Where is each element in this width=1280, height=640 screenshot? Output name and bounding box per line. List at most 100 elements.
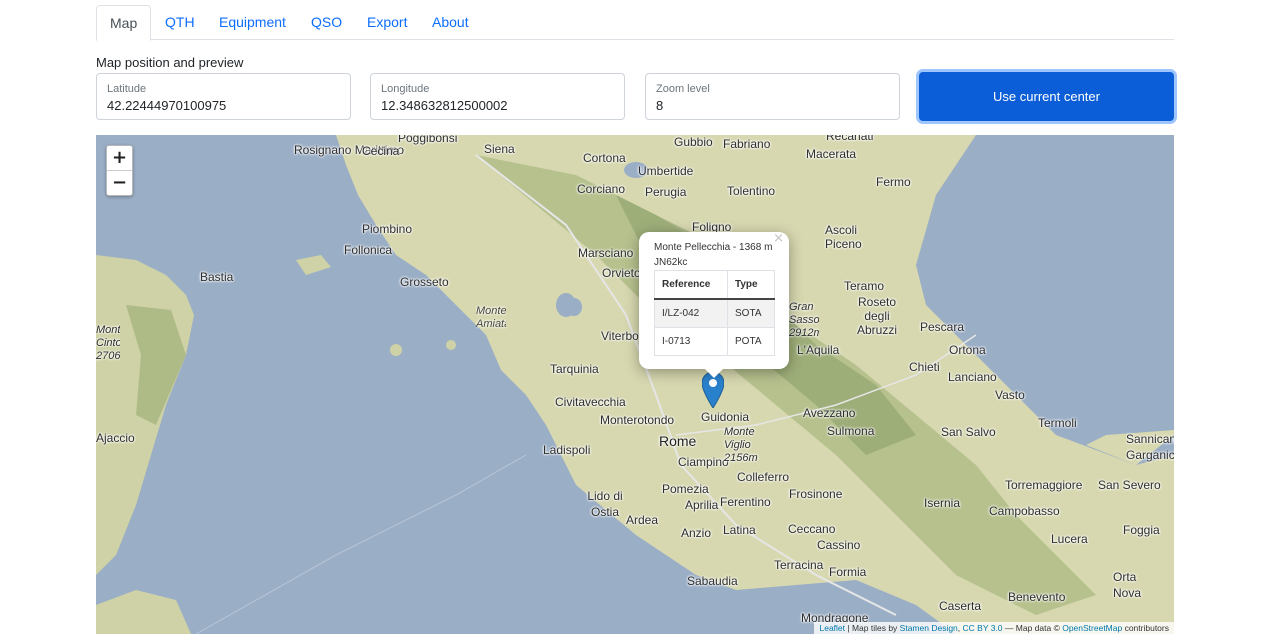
longitude-label: Longitude [381, 83, 430, 95]
place-label: Piombino [362, 222, 413, 236]
place-label: Aprilia [685, 498, 719, 512]
mountain-label: Monte Viglio 2156m [724, 426, 758, 464]
place-label: Lido di Ostia [587, 489, 623, 519]
place-label: Ortona [949, 343, 986, 357]
zoom-field[interactable]: Zoom level [645, 73, 900, 120]
place-label: Cortona [583, 151, 626, 165]
marker-popup: × Monte Pellecchia - 1368 m JN62kc Refer… [639, 231, 789, 369]
map-attribution: Leaflet | Map tiles by Stamen Design, CC… [814, 622, 1174, 634]
place-label: Monterotondo [600, 413, 675, 427]
attribution-text: | Map tiles by [845, 623, 900, 633]
place-label: Ciampino [678, 455, 729, 469]
table-header: Reference [654, 270, 728, 300]
place-label: Roseto degli Abruzzi [856, 295, 897, 337]
attribution-text: contributors [1122, 623, 1169, 633]
tab-qso[interactable]: QSO [311, 5, 342, 39]
place-label: Campobasso [989, 504, 1060, 518]
place-label: Vasto [995, 388, 1025, 402]
zoom-label: Zoom level [656, 83, 710, 95]
attribution-text: — Map data © [1002, 623, 1063, 633]
place-label: Chieti [909, 360, 940, 374]
place-label: Formia [829, 565, 867, 579]
place-label: Pescara [920, 320, 965, 334]
place-label: Siena [484, 142, 515, 156]
place-label: Ardea [626, 513, 659, 527]
place-label: Viterbo [601, 329, 639, 343]
place-label: Bastia [200, 270, 234, 284]
place-label: Benevento [1008, 590, 1066, 604]
place-label: Pomezia [662, 482, 709, 496]
leaflet-link[interactable]: Leaflet [819, 623, 845, 633]
table-cell: SOTA [727, 298, 775, 328]
place-label: Teramo [844, 279, 885, 293]
map-terrain [96, 135, 1174, 634]
table-cell: POTA [727, 327, 775, 356]
place-label: Isernia [924, 496, 961, 510]
place-label: Torremaggiore [1005, 478, 1083, 492]
place-label: Ladispoli [543, 443, 591, 457]
place-label: Latina [723, 523, 756, 537]
tab-map[interactable]: Map [96, 5, 152, 41]
popup-table: Reference Type I/LZ-042 SOTA I-0713 POTA [654, 270, 775, 356]
place-label: San Salvo [941, 425, 996, 439]
place-label: Corciano [577, 182, 626, 196]
osm-link[interactable]: OpenStreetMap [1062, 623, 1122, 633]
place-label: Ceccano [788, 522, 836, 536]
place-label: Follonica [344, 243, 393, 257]
place-label: Caserta [939, 599, 982, 613]
place-label: Avezzano [803, 406, 856, 420]
place-label: Tolentino [727, 184, 776, 198]
stamen-link[interactable]: Stamen Design [900, 623, 958, 633]
place-label: Lucera [1051, 532, 1088, 546]
close-icon[interactable]: × [773, 231, 784, 246]
place-label: Fermo [876, 175, 911, 189]
place-label: Anzio [681, 526, 712, 540]
place-label: Marsciano [578, 246, 634, 260]
tab-qth[interactable]: QTH [165, 5, 195, 39]
map-view[interactable]: Poggibonsi Rosignano Marittimo Cecina Si… [96, 135, 1174, 634]
place-label: Recanati [826, 135, 874, 143]
place-label: Ajaccio [96, 431, 135, 445]
popup-tip [705, 369, 723, 378]
mountain-label: Gran Sasso 2912m [789, 301, 819, 339]
latitude-input[interactable] [107, 98, 327, 113]
place-label: Gubbio [674, 135, 713, 149]
longitude-input[interactable] [381, 98, 601, 113]
place-label: San Severo [1098, 478, 1161, 492]
license-link[interactable]: CC BY 3.0 [963, 623, 1003, 633]
place-label: Orta Nova [1113, 570, 1142, 600]
place-label: Fabriano [723, 137, 771, 151]
place-label: Frosinone [789, 487, 843, 501]
mountain-label: Monte Cinto 2706m [96, 324, 120, 362]
place-label: Sulmona [827, 424, 875, 438]
place-label: Macerata [806, 147, 857, 161]
place-label: Lanciano [948, 370, 997, 384]
tab-about[interactable]: About [432, 5, 469, 39]
table-cell: I/LZ-042 [654, 298, 728, 328]
table-cell: I-0713 [654, 327, 728, 356]
place-label: L'Aquila [797, 343, 840, 357]
zoom-out-button[interactable]: − [107, 170, 132, 195]
latitude-label: Latitude [107, 83, 147, 95]
place-label: Ascoli Piceno [825, 223, 862, 251]
tab-equipment[interactable]: Equipment [219, 5, 286, 39]
place-label: Sabaudia [687, 574, 738, 588]
place-label: Termoli [1038, 416, 1077, 430]
nav-tabs: Map QTH Equipment QSO Export About [96, 5, 1174, 41]
use-current-center-button[interactable]: Use current center [919, 72, 1174, 121]
place-label: Cecina [362, 144, 400, 158]
longitude-field[interactable]: Longitude [370, 73, 625, 120]
place-label: Ferentino [720, 495, 771, 509]
place-label: Orvieto [602, 266, 641, 280]
place-label: Civitavecchia [555, 395, 626, 409]
tab-export[interactable]: Export [367, 5, 407, 39]
place-label: Umbertide [638, 164, 694, 178]
place-label: Guidonia [701, 410, 750, 424]
place-label: Cassino [817, 538, 861, 552]
place-label: Rome [659, 433, 697, 449]
latitude-field[interactable]: Latitude [96, 73, 351, 120]
zoom-control: + − [106, 145, 133, 196]
zoom-input[interactable] [656, 98, 876, 113]
zoom-in-button[interactable]: + [107, 146, 132, 170]
place-label: Grosseto [400, 275, 449, 289]
